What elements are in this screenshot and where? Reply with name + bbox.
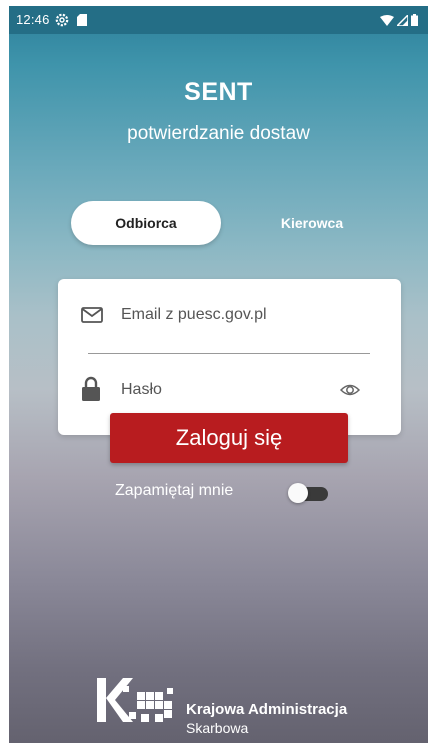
field-divider <box>88 353 370 354</box>
status-time: 12:46 <box>16 12 50 27</box>
app-title: SENT <box>184 78 253 106</box>
app-subtitle: potwierdzanie dostaw <box>127 123 310 144</box>
login-card <box>58 279 401 435</box>
gear-icon <box>55 13 69 27</box>
kas-logo <box>97 678 173 722</box>
sd-card-icon <box>77 14 87 26</box>
tab-kierowca[interactable]: Kierowca <box>257 201 367 245</box>
password-input[interactable] <box>121 376 321 404</box>
signal-icon <box>397 14 408 26</box>
password-field <box>78 374 388 414</box>
remember-me-label: Zapamiętaj mnie <box>115 482 234 499</box>
remember-me-toggle[interactable] <box>288 483 330 503</box>
tab-odbiorca[interactable]: Odbiorca <box>71 201 221 245</box>
login-button[interactable]: Zaloguj się <box>110 413 348 463</box>
wifi-icon <box>380 14 394 26</box>
app-screen: 12:46 SENT potwierdzanie dostaw Odbiorca… <box>9 6 428 743</box>
kas-subname: Skarbowa <box>186 720 249 736</box>
kas-name: Krajowa Administracja <box>186 701 348 718</box>
email-input[interactable] <box>121 301 371 329</box>
battery-icon <box>411 14 418 26</box>
toggle-thumb <box>288 483 308 503</box>
mail-icon <box>81 307 103 323</box>
status-bar: 12:46 <box>9 6 428 34</box>
eye-icon[interactable] <box>340 382 360 398</box>
lock-icon <box>82 376 100 401</box>
status-right-icons <box>380 14 418 26</box>
email-field <box>78 299 378 339</box>
